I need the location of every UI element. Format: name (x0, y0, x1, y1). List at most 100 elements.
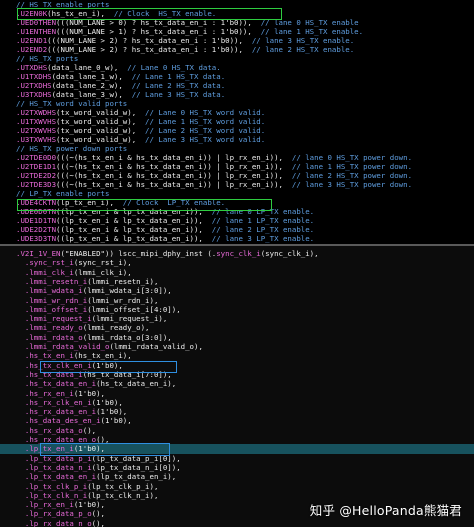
code-text: (data_lane_1_w), (51, 72, 132, 81)
code-text: (data_lane_0_w), (47, 63, 128, 72)
code-text: (((NUM_LANE > 1) ? hs_tx_data_en_i : 1'b… (56, 27, 261, 36)
port-name: .hs_data_des_en_i (16, 416, 101, 426)
port-name: .V2I_1V_EN (16, 249, 61, 258)
port-name: .U2TDE3D3 (16, 180, 57, 189)
port-name: .lmmi_rdata_valid_o (16, 342, 110, 351)
code-text: (((~(hs_tx_en_i & hs_tx_data_en_i)) | lp… (56, 180, 292, 189)
port-name: .U1ENTHEN (16, 27, 57, 36)
code-text: (((NUM_LANE > 2) ? hs_tx_data_en_i : 1'b… (47, 36, 252, 45)
code-text: (1'b0), (73, 500, 106, 510)
code-comment: // Lane 0 HS_TX data. (127, 63, 221, 72)
code-text: (lmmi_clk_i), (73, 267, 132, 277)
highlight-box-lp-clock-enable (17, 199, 272, 211)
port-name: .sync_rst_i (16, 258, 74, 268)
port-name: .lmmi_ready_o (16, 323, 83, 333)
port-name: .hs_rx_data_en_i (16, 407, 97, 417)
port-name: .U1TXDHS (16, 72, 52, 81)
code-comment: // Lane 1 HS_TX word valid. (145, 117, 266, 126)
code-comment: // lane 2 HS_TX enable. (251, 45, 355, 54)
code-text: (1'b0), (91, 397, 123, 407)
code-text: (sync_rst_i), (73, 258, 132, 268)
port-name: .lmmi_resetn_i (16, 276, 88, 286)
code-text: ("ENABLED")) lscc_mipi_dphy_inst (. (60, 249, 217, 258)
port-name: sync_clk_i (216, 249, 261, 258)
code-comment: // lane 1 LP_TX enable. (211, 216, 315, 225)
port-name: .U3TXDHS (16, 90, 52, 99)
port-name: .lp_rx_data_p_o (16, 509, 92, 519)
code-text: (((~(hs_tx_en_i & hs_tx_data_en_i)) | lp… (56, 153, 292, 162)
highlight-box-lp-tx-en (40, 443, 170, 456)
code-text: (lmmi_rdata_valid_o), (109, 342, 203, 351)
code-comment: // lane 2 HS_TX power down. (291, 171, 413, 180)
code-text: (lmmi_resetn_i), (87, 276, 159, 286)
port-name: .UDE1D1TN (16, 216, 57, 225)
code-text: (tx_word_valid_w), (56, 108, 146, 117)
code-text: (1'b0), (73, 388, 106, 398)
code-text: (tx_word_valid_w), (56, 126, 146, 135)
port-name: .hs_tx_data_en_i (16, 379, 97, 389)
code-text: (1'b0), (96, 407, 128, 417)
port-name: .lmmi_request_i (16, 314, 92, 324)
code-comment: // lane 2 LP_TX enable. (211, 225, 315, 234)
code-comment: // HS_TX power down ports (16, 144, 128, 153)
port-name: .lp_rx_en_i (16, 500, 74, 510)
port-name: .U1TXWVHS (16, 117, 57, 126)
code-text: (lp_tx_clk_p_i), (87, 481, 159, 491)
port-name: .U2TDE0D0 (16, 153, 57, 162)
port-name: .hs_rx_data_o (16, 425, 83, 435)
code-text: (lmmi_ready_o), (82, 323, 150, 333)
code-text: ((lp_tx_en_i & lp_tx_data_en_i)), (56, 216, 212, 225)
code-line[interactable]: .UDE3D3TN((lp_tx_en_i & lp_tx_data_en_i)… (16, 234, 314, 244)
code-text: (tx_word_valid_w), (56, 135, 146, 144)
code-comment: // Lane 0 HS_TX word valid. (145, 108, 266, 117)
code-comment: // Lane 2 HS_TX data. (131, 81, 226, 90)
code-line[interactable]: .lp_rx_data_n_o(), (16, 519, 105, 527)
port-name: .UTXDHS (16, 63, 48, 72)
port-name: .U2END2 (16, 45, 48, 54)
port-name: .U2TXWDHS (16, 108, 57, 117)
code-text: (((~(hs_tx_en_i & hs_tx_data_en_i)) | lp… (56, 171, 292, 180)
code-text: (1'b0), (100, 416, 132, 426)
port-name: .lp_tx_clk_p_i (16, 481, 88, 491)
code-text: (data_lane_3_w), (51, 90, 132, 99)
code-text: (sync_clk_i), (260, 249, 319, 258)
port-name: .hs_tx_en_i (16, 351, 74, 361)
port-name: .UDE2D2TN (16, 225, 57, 234)
code-text: (lmmi_request_i), (91, 314, 168, 324)
code-comment: // lane 3 HS_TX enable. (251, 36, 355, 45)
highlight-box-hs-tx-clk-en (40, 361, 177, 373)
code-text: (lmmi_wr_rdn_i), (87, 295, 159, 305)
code-text: ((lp_tx_en_i & lp_tx_data_en_i)), (56, 234, 212, 243)
code-comment: // LP_TX enable ports (16, 189, 110, 198)
code-comment: // lane 1 HS_TX enable. (260, 27, 364, 36)
port-name: .U2TDE1D1 (16, 162, 57, 171)
code-comment: // Lane 2 HS_TX word valid. (145, 126, 266, 135)
port-name: .lp_tx_data_en_i (16, 472, 97, 482)
code-comment: // Lane 3 HS_TX word valid. (145, 135, 266, 144)
port-name: .UDE3D3TN (16, 234, 57, 243)
port-name: .U3TXWVHS (16, 135, 57, 144)
code-text: (lp_tx_clk_n_i), (87, 490, 159, 500)
code-text: (), (91, 518, 106, 527)
code-comment: // lane 3 LP_TX enable. (211, 234, 315, 243)
code-pane-bottom[interactable]: .V2I_1V_EN("ENABLED")) lscc_mipi_dphy_in… (0, 246, 474, 527)
port-name: .U2TXDHS (16, 81, 52, 90)
highlight-box-hs-clock-enable (17, 8, 282, 20)
port-name: .U2TDE2D2 (16, 171, 57, 180)
port-name: .lmmi_wdata_i (16, 286, 83, 296)
port-name: .lmmi_wr_rdn_i (16, 295, 88, 305)
code-text: (hs_tx_en_i), (73, 351, 132, 361)
port-name: .lp_rx_data_n_o (16, 518, 92, 527)
code-text: (tx_word_valid_w), (56, 117, 146, 126)
code-text: (), (82, 425, 97, 435)
code-text: (lp_tx_data_n_i[0]), (91, 462, 181, 472)
code-text: (lmmi_offset_i[4:0]), (87, 304, 181, 314)
watermark: 知乎 @HelloPanda熊猫君 (309, 503, 462, 518)
code-text: (data_lane_2_w), (51, 81, 132, 90)
code-text: ((lp_tx_en_i & lp_tx_data_en_i)), (56, 225, 212, 234)
code-text: (((~(hs_tx_en_i & hs_tx_data_en_i)) | lp… (56, 162, 292, 171)
code-comment: // HS_TX word valid ports (16, 99, 128, 108)
code-text: (lmmi_rdata_o[3:0]), (82, 332, 172, 342)
port-name: .hs_rx_en_i (16, 388, 74, 398)
port-name: .lmmi_offset_i (16, 304, 88, 314)
